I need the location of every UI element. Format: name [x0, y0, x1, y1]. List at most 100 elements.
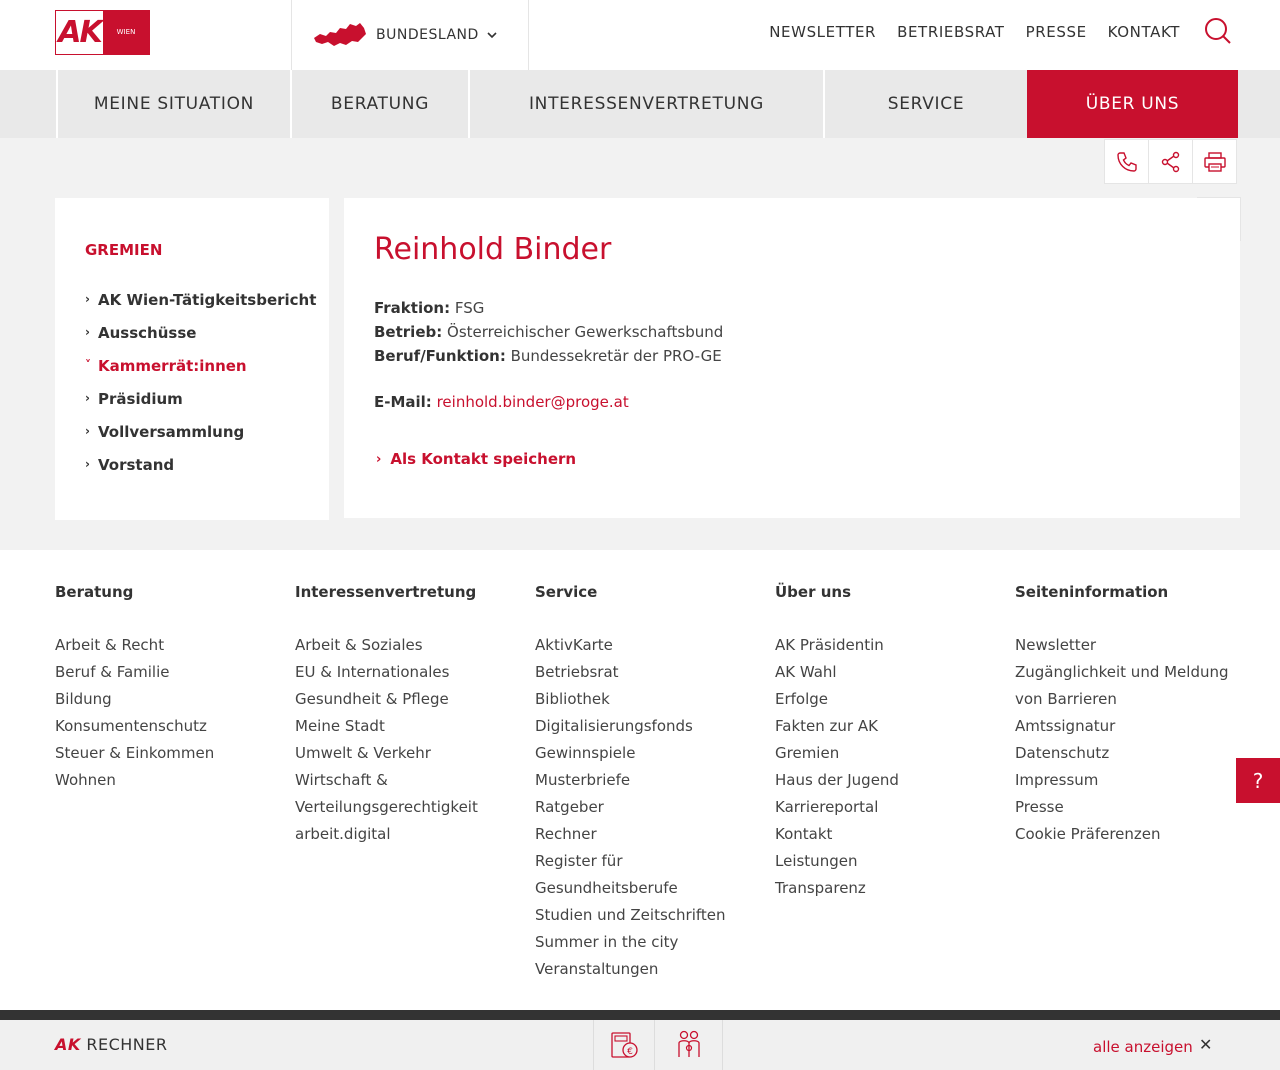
betrieb-row: Betrieb: Österreichischer Gewerkschaftsb… [374, 320, 723, 344]
sidebar-item-label: Kammerrät:innen [98, 357, 247, 375]
footer-link[interactable]: Presse [1015, 794, 1245, 821]
sidebar-item-vorstand[interactable]: › Vorstand [85, 456, 316, 489]
bundesland-selector[interactable]: BUNDESLAND [291, 0, 529, 70]
share-button[interactable] [1148, 139, 1193, 184]
save-contact-label: Als Kontakt speichern [390, 450, 577, 468]
footer-link[interactable]: EU & Internationales [295, 659, 525, 686]
beruf-row: Beruf/Funktion: Bundessekretär der PRO-G… [374, 344, 723, 368]
footer-link[interactable]: Bildung [55, 686, 285, 713]
search-icon[interactable] [1204, 17, 1232, 45]
footer-link[interactable]: Betriebsrat [535, 659, 765, 686]
chevron-right-icon: › [85, 424, 90, 438]
sidebar-menu: › AK Wien-Tätigkeitsbericht › Ausschüsse ˅… [85, 291, 316, 489]
sidebar-item-vollversammlung[interactable]: › Vollversammlung [85, 423, 316, 456]
footer-link[interactable]: Gewinnspiele [535, 740, 765, 767]
footer-link[interactable]: Wohnen [55, 767, 285, 794]
sidebar-item-taetigkeitsbericht[interactable]: › AK Wien-Tätigkeitsbericht [85, 291, 316, 324]
footer-link[interactable]: Ratgeber [535, 794, 765, 821]
footer-link[interactable]: Erfolge [775, 686, 1005, 713]
logo-wien-text: WIEN [103, 11, 149, 54]
footer-divider [0, 1010, 1280, 1020]
footer-link[interactable]: Studien und Zeitschriften [535, 902, 765, 929]
fraktion-row: Fraktion: FSG [374, 296, 723, 320]
betrieb-value: Österreichischer Gewerkschaftsbund [447, 323, 724, 341]
chevron-right-icon: › [85, 325, 90, 339]
footer-link[interactable]: Gesundheit & Pflege [295, 686, 525, 713]
footer-link[interactable]: Amtssignatur [1015, 713, 1245, 740]
footer-link[interactable]: AK Wahl [775, 659, 1005, 686]
chevron-down-icon [487, 32, 497, 39]
nav-beratung[interactable]: BERATUNG [290, 70, 468, 138]
main-nav: MEINE SITUATION BERATUNG INTERESSENVERTR… [0, 70, 1280, 138]
footer-link[interactable]: Gremien [775, 740, 1005, 767]
footer-link[interactable]: Digitalisierungsfonds [535, 713, 765, 740]
footer-link[interactable]: Wirtschaft & [295, 767, 525, 794]
footer-link[interactable]: Register für [535, 848, 765, 875]
nav-ueber-uns[interactable]: ÜBER UNS [1027, 70, 1238, 138]
footer-link[interactable]: Cookie Präferenzen [1015, 821, 1245, 848]
sidebar-title: GREMIEN [85, 241, 163, 259]
top-link-newsletter[interactable]: NEWSLETTER [769, 23, 876, 41]
email-link[interactable]: reinhold.binder@proge.at [437, 393, 629, 411]
footer-link[interactable]: Fakten zur AK [775, 713, 1005, 740]
footer-link[interactable]: Karriereportal [775, 794, 1005, 821]
print-button[interactable] [1192, 139, 1237, 184]
email-label: E-Mail: [374, 393, 432, 411]
sidebar-item-ausschuesse[interactable]: › Ausschüsse [85, 324, 316, 357]
nav-service[interactable]: SERVICE [823, 70, 1027, 138]
footer-link[interactable]: Rechner [535, 821, 765, 848]
footer-link[interactable]: Kontakt [775, 821, 1005, 848]
footer-link[interactable]: Leistungen [775, 848, 1005, 875]
sidebar-item-label: Vollversammlung [98, 423, 245, 441]
footer-link[interactable]: Summer in the city [535, 929, 765, 956]
footer-link[interactable]: AktivKarte [535, 632, 765, 659]
rechner-ak-text: AK [55, 1035, 81, 1054]
close-icon[interactable]: ✕ [1199, 1035, 1212, 1054]
top-link-presse[interactable]: PRESSE [1026, 23, 1087, 41]
sidebar-item-label: AK Wien-Tätigkeitsbericht [98, 291, 317, 309]
footer-link[interactable]: Transparenz [775, 875, 1005, 902]
footer-link[interactable]: Veranstaltungen [535, 956, 765, 983]
footer-link[interactable]: Impressum [1015, 767, 1245, 794]
footer-link[interactable]: Beruf & Familie [55, 659, 285, 686]
save-contact-link[interactable]: › Als Kontakt speichern [376, 450, 576, 468]
footer-column-seiteninformation: Seiteninformation Newsletter Zugänglichk… [1015, 583, 1245, 848]
footer-link[interactable]: Zugänglichkeit und Meldung [1015, 659, 1245, 686]
calculator-money-button[interactable]: € [593, 1020, 655, 1070]
sidebar-item-label: Vorstand [98, 456, 175, 474]
show-all-link[interactable]: alle anzeigen [1093, 1038, 1193, 1056]
footer-link[interactable]: Umwelt & Verkehr [295, 740, 525, 767]
footer-link[interactable]: Musterbriefe [535, 767, 765, 794]
footer-link[interactable]: Gesundheitsberufe [535, 875, 765, 902]
footer-link[interactable]: Arbeit & Recht [55, 632, 285, 659]
printer-icon [1203, 151, 1226, 172]
help-button[interactable]: ? [1236, 758, 1280, 803]
footer-link[interactable]: Konsumentenschutz [55, 713, 285, 740]
footer-link[interactable]: Datenschutz [1015, 740, 1245, 767]
sidebar-item-label: Präsidium [98, 390, 183, 408]
nav-meine-situation[interactable]: MEINE SITUATION [56, 70, 290, 138]
profile-card: Reinhold Binder Fraktion: FSG Betrieb: Ö… [344, 198, 1240, 518]
beruf-value: Bundessekretär der PRO-GE [510, 347, 722, 365]
top-link-kontakt[interactable]: KONTAKT [1108, 23, 1180, 41]
sidebar-item-praesidium[interactable]: › Präsidium [85, 390, 316, 423]
top-link-betriebsrat[interactable]: BETRIEBSRAT [897, 23, 1004, 41]
phone-button[interactable] [1104, 139, 1149, 184]
footer-link[interactable]: Verteilungsgerechtigkeit [295, 794, 525, 821]
calculator-family-button[interactable] [654, 1020, 723, 1070]
sidebar-item-kammerraetinnen[interactable]: ˅ Kammerrät:innen [85, 357, 316, 390]
footer-link[interactable]: Arbeit & Soziales [295, 632, 525, 659]
footer-link[interactable]: Newsletter [1015, 632, 1245, 659]
footer-link[interactable]: arbeit.digital [295, 821, 525, 848]
footer-link[interactable]: Bibliothek [535, 686, 765, 713]
nav-interessenvertretung[interactable]: INTERESSENVERTRETUNG [468, 70, 823, 138]
profile-info: Fraktion: FSG Betrieb: Österreichischer … [374, 296, 723, 368]
beruf-label: Beruf/Funktion: [374, 347, 506, 365]
footer-link[interactable]: AK Präsidentin [775, 632, 1005, 659]
footer-link[interactable]: Steuer & Einkommen [55, 740, 285, 767]
footer-link[interactable]: Meine Stadt [295, 713, 525, 740]
ak-wien-logo[interactable]: AK WIEN [55, 10, 150, 55]
footer-link[interactable]: von Barrieren [1015, 686, 1245, 713]
footer-link[interactable]: Haus der Jugend [775, 767, 1005, 794]
chevron-right-icon: › [85, 292, 90, 306]
